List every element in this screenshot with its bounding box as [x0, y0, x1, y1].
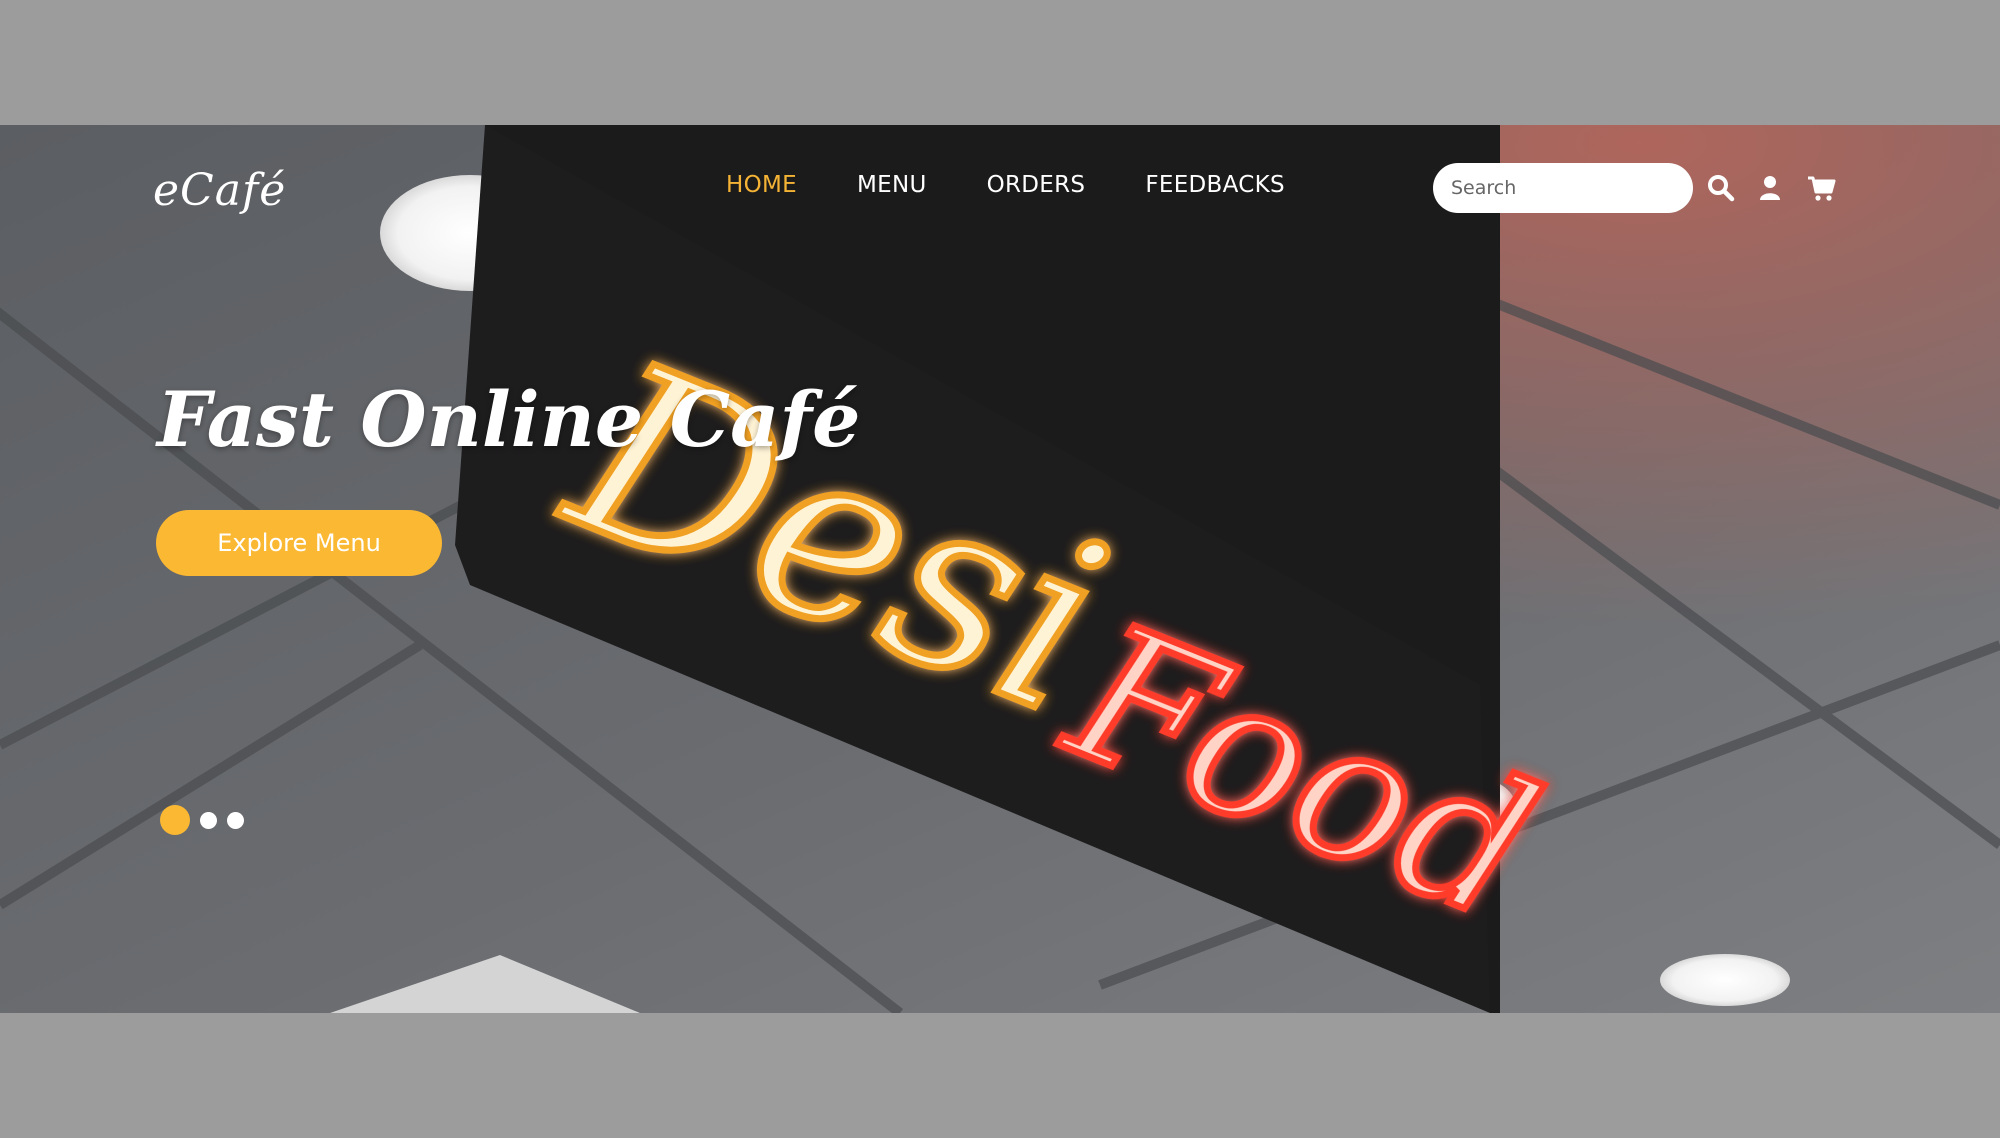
nav-feedbacks[interactable]: FEEDBACKS — [1145, 172, 1285, 198]
nav-orders[interactable]: ORDERS — [987, 172, 1086, 198]
search-input[interactable] — [1433, 163, 1693, 213]
carousel-dot-2[interactable] — [200, 811, 217, 829]
hero-headline: Fast Online Café — [157, 375, 861, 464]
carousel-dot-3[interactable] — [227, 811, 244, 829]
hero-banner: Desi Food eCafé HOME MENU ORDERS FEEDBAC… — [0, 125, 2000, 1013]
user-icon[interactable] — [1755, 173, 1785, 203]
brand-logo[interactable]: eCafé — [153, 165, 286, 216]
explore-menu-button[interactable]: Explore Menu — [156, 510, 442, 576]
carousel-dot-1[interactable] — [160, 805, 190, 835]
search-icon[interactable] — [1706, 173, 1736, 203]
main-nav: HOME MENU ORDERS FEEDBACKS — [726, 172, 1285, 198]
nav-home[interactable]: HOME — [726, 172, 797, 198]
cart-icon[interactable] — [1806, 173, 1836, 203]
nav-menu[interactable]: MENU — [857, 172, 927, 198]
carousel-indicators — [160, 805, 244, 835]
